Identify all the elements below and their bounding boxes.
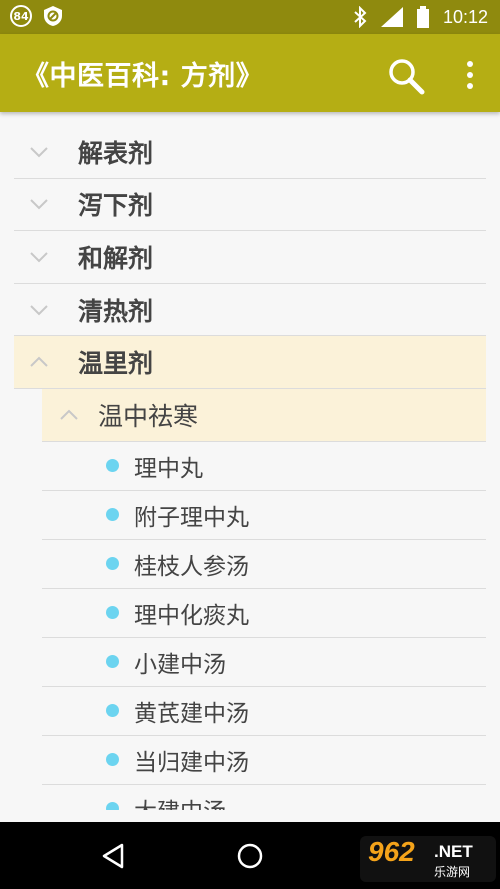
bullet-dot-icon <box>106 459 119 473</box>
chevron-down-icon <box>30 304 48 315</box>
more-vert-icon[interactable] <box>458 58 482 92</box>
bullet-dot-icon <box>106 508 119 522</box>
bullet-dot-icon <box>106 606 119 620</box>
back-icon[interactable] <box>100 842 126 870</box>
chevron-up-icon <box>60 409 78 420</box>
list-item[interactable]: 桂枝人参汤 <box>42 540 486 589</box>
category-label: 泻下剂 <box>78 191 154 221</box>
bullet-dot-icon <box>106 753 119 767</box>
bullet-dot-icon <box>106 704 119 718</box>
bullet-dot-icon <box>106 802 119 810</box>
data-saver-icon <box>44 6 62 26</box>
list-item[interactable]: 理中化痰丸 <box>42 589 486 638</box>
notification-badge: 84 <box>10 5 32 27</box>
subcategory-row-wenzhongquhan[interactable]: 温中祛寒 <box>42 388 486 442</box>
watermark-net: .NET <box>434 842 473 861</box>
category-row-hejie[interactable]: 和解剂 <box>14 231 486 284</box>
clock: 10:12 <box>442 6 488 27</box>
item-label: 理中丸 <box>134 455 203 482</box>
list-item[interactable]: 黄芪建中汤 <box>42 687 486 736</box>
category-label: 清热剂 <box>78 296 154 326</box>
item-label: 理中化痰丸 <box>134 602 249 629</box>
chevron-down-icon <box>30 147 48 158</box>
category-label: 解表剂 <box>78 138 154 168</box>
category-row-jiebiao[interactable]: 解表剂 <box>14 126 486 179</box>
search-icon[interactable] <box>386 56 426 96</box>
subcategory-label: 温中祛寒 <box>98 401 199 431</box>
list-item[interactable]: 当归建中汤 <box>42 736 486 785</box>
category-label: 温里剂 <box>78 349 154 379</box>
item-label: 桂枝人参汤 <box>134 553 249 580</box>
chevron-down-icon <box>30 252 48 263</box>
watermark-site: 乐游网 <box>434 865 471 879</box>
category-row-qingre[interactable]: 清热剂 <box>14 284 486 337</box>
chevron-down-icon <box>30 199 48 210</box>
formula-tree-list: 解表剂 泻下剂 和解剂 清热剂 温里剂 温中祛寒 理中丸 附子理中丸 桂枝人参汤… <box>0 126 500 810</box>
chevron-up-icon <box>30 356 48 367</box>
category-row-wenli[interactable]: 温里剂 <box>14 336 486 389</box>
bullet-dot-icon <box>106 655 119 669</box>
battery-icon <box>416 6 429 28</box>
bluetooth-icon <box>354 6 367 28</box>
watermark-logo: 962 .NET 乐游网 <box>360 836 496 882</box>
list-item[interactable]: 大建中汤 <box>42 785 486 810</box>
bullet-dot-icon <box>106 557 119 571</box>
list-item[interactable]: 附子理中丸 <box>42 491 486 540</box>
item-label: 黄芪建中汤 <box>134 700 249 727</box>
item-label: 小建中汤 <box>134 651 226 678</box>
home-icon[interactable] <box>236 842 264 870</box>
category-row-xiexia[interactable]: 泻下剂 <box>14 179 486 232</box>
app-title: 《中医百科: 方剂》 <box>22 61 264 92</box>
status-bar: 84 10:12 <box>0 0 500 34</box>
item-label: 附子理中丸 <box>134 504 249 531</box>
app-bar: 《中医百科: 方剂》 <box>0 34 500 112</box>
list-item[interactable]: 理中丸 <box>42 442 486 491</box>
item-label: 当归建中汤 <box>134 749 249 776</box>
category-label: 和解剂 <box>78 243 154 273</box>
item-label: 大建中汤 <box>134 792 226 810</box>
watermark-number: 962 <box>368 836 415 867</box>
signal-icon <box>380 7 403 27</box>
list-item[interactable]: 小建中汤 <box>42 638 486 687</box>
